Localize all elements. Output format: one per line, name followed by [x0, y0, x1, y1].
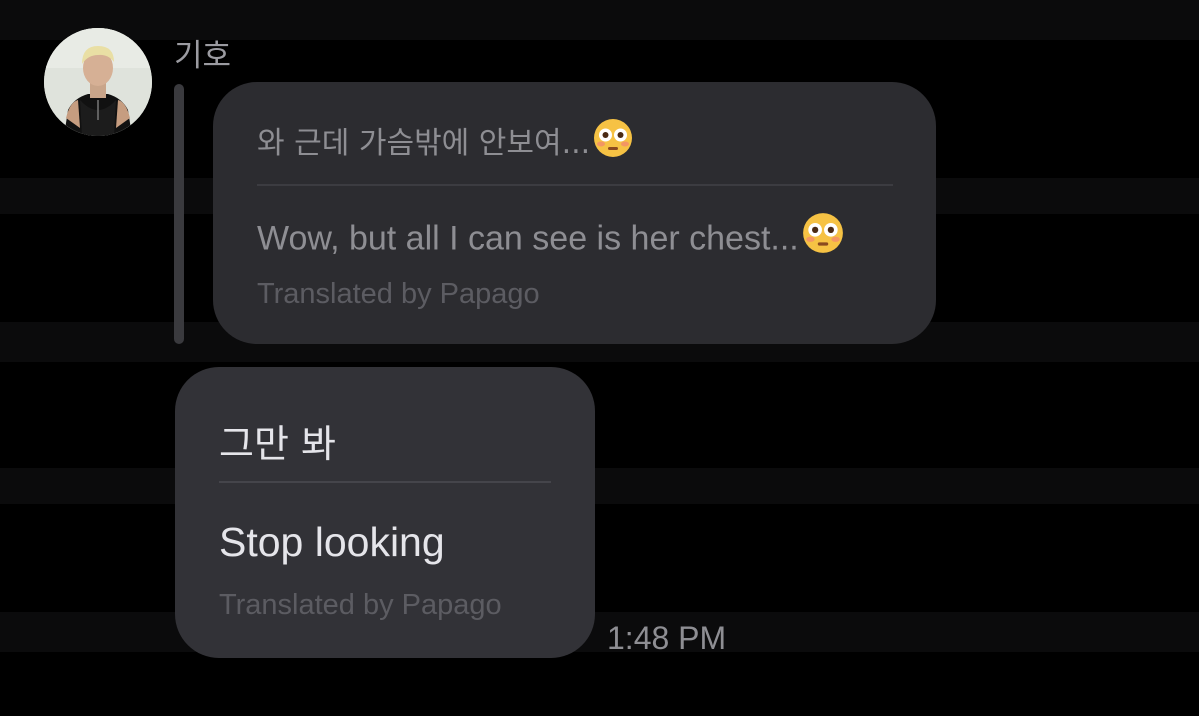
quoted-translation-text: Wow, but all I can see is her chest...	[257, 211, 845, 267]
translation-credit: Translated by Papago	[257, 278, 540, 310]
profile-photo-icon	[44, 28, 152, 136]
reply-thread-line	[174, 84, 184, 344]
flushed-face-emoji-icon	[801, 211, 845, 264]
message-translation-text: Stop looking	[219, 519, 445, 565]
quoted-original-text: 와 근데 가슴밖에 안보여...	[257, 118, 634, 170]
translation-divider	[219, 481, 551, 483]
chat-screen: 기호 와 근데 가슴밖에 안보여... Wow, but all I can s…	[0, 0, 1199, 716]
message-bubble[interactable]: 그만 봐 Stop looking Translated by Papago	[175, 367, 595, 658]
translation-credit: Translated by Papago	[219, 589, 502, 621]
message-original-text: 그만 봐	[219, 422, 336, 466]
message-timestamp: 1:48 PM	[607, 620, 727, 656]
quoted-message-bubble[interactable]: 와 근데 가슴밖에 안보여... Wow, but all I can see …	[213, 82, 936, 344]
translation-divider	[257, 184, 893, 186]
flushed-face-emoji-icon	[592, 117, 634, 167]
sender-name: 기호	[174, 38, 232, 74]
avatar[interactable]	[44, 28, 152, 136]
